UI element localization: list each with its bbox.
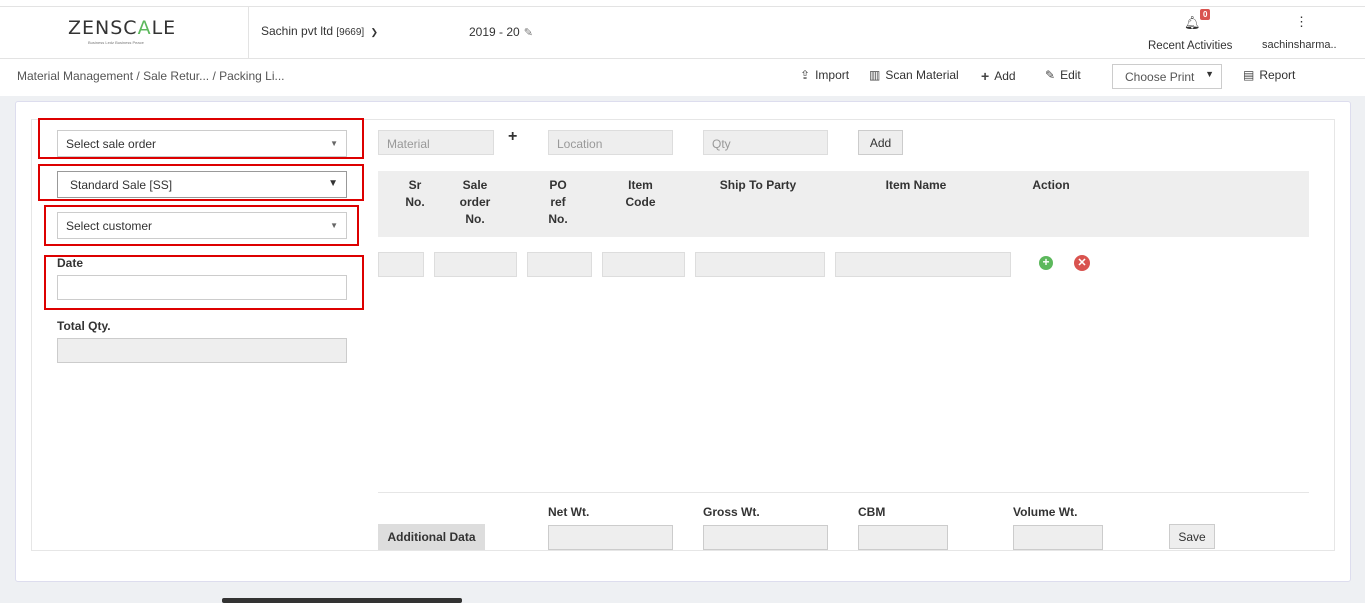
total-qty-input [57, 338, 347, 363]
horizontal-scrollbar[interactable] [222, 598, 462, 603]
item-name-cell[interactable] [835, 252, 1011, 277]
table-header: Sr No. Sale order No. PO ref No. Item Co… [378, 171, 1309, 237]
recent-activities[interactable]: 🔔︎ 0 Recent Activities [1148, 9, 1238, 52]
highlight-box [38, 164, 364, 201]
fiscal-year[interactable]: 2019 - 20 ✎ [469, 25, 533, 39]
import-label: Import [815, 68, 850, 82]
report-button[interactable]: ▤ Report [1243, 68, 1295, 82]
location-input[interactable]: Location [548, 130, 673, 155]
breadcrumb-item-packing-list: / Packing Li... [212, 69, 285, 83]
recent-activities-label: Recent Activities [1148, 40, 1233, 52]
location-placeholder: Location [557, 137, 603, 151]
breadcrumb: Material Management / Sale Retur... / Pa… [17, 69, 285, 83]
upload-icon: ⇪ [800, 68, 811, 82]
gross-wt-input[interactable] [703, 525, 828, 550]
breadcrumb-toolbar: Material Management / Sale Retur... / Pa… [0, 60, 1365, 96]
cbm-label: CBM [858, 505, 886, 519]
fiscal-year-value: 2019 - 20 [469, 25, 520, 39]
zenscale-logo[interactable]: ZENSCALE Business Ledz Business Peace [68, 17, 188, 45]
choose-print-select[interactable]: Choose Print ▼ [1112, 64, 1222, 89]
volume-wt-label: Volume Wt. [1013, 505, 1078, 519]
scan-material-label: Scan Material [885, 68, 959, 82]
edit-icon[interactable]: ✎ [524, 27, 533, 39]
company-selector[interactable]: Sachin pvt ltd [9669] ❯ [261, 24, 378, 38]
qty-placeholder: Qty [712, 137, 731, 151]
column-header-po-ref-no: PO ref No. [548, 178, 568, 226]
highlight-box [38, 118, 364, 159]
notification-badge: 0 [1200, 9, 1211, 20]
top-navbar: ZENSCALE Business Ledz Business Peace Sa… [0, 6, 1365, 59]
logo-text: ZENSCALE [68, 17, 177, 39]
item-code-cell[interactable] [602, 252, 685, 277]
save-button[interactable]: Save [1169, 524, 1215, 549]
divider [248, 7, 249, 59]
scan-material-button[interactable]: ▥ Scan Material [869, 68, 959, 82]
kebab-menu-icon[interactable]: ⋮ [1262, 15, 1342, 29]
column-header-sr-no: Sr No. [405, 178, 425, 209]
add-row-icon[interactable]: + [1039, 256, 1053, 270]
plus-icon: + [981, 68, 990, 84]
net-wt-input[interactable] [548, 525, 673, 550]
cbm-input[interactable] [858, 525, 948, 550]
column-header-action: Action [1032, 178, 1070, 192]
edit-label: Edit [1060, 68, 1081, 82]
caret-down-icon: ▼ [1205, 69, 1214, 79]
material-placeholder: Material [387, 137, 430, 151]
ship-to-party-cell[interactable] [695, 252, 825, 277]
chevron-down-icon: ❯ [370, 27, 379, 37]
barcode-icon: ▥ [869, 68, 881, 82]
edit-button[interactable]: ✎ Edit [1045, 68, 1081, 82]
user-name: sachinsharma.. [1262, 39, 1337, 51]
material-input[interactable]: Material [378, 130, 494, 155]
highlight-box [44, 205, 359, 246]
qty-input[interactable]: Qty [703, 130, 828, 155]
breadcrumb-item-sale-return[interactable]: / Sale Retur... [136, 69, 209, 83]
column-header-item-name: Item Name [885, 178, 947, 192]
highlight-box [44, 255, 364, 310]
entry-add-button[interactable]: Add [858, 130, 903, 155]
add-button[interactable]: + Add [981, 68, 1016, 84]
sale-order-no-cell[interactable] [434, 252, 517, 277]
additional-data-button[interactable]: Additional Data [378, 524, 485, 550]
user-menu[interactable]: ⋮ sachinsharma.. [1262, 15, 1342, 52]
edit-icon: ✎ [1045, 68, 1056, 82]
divider [378, 492, 1309, 493]
add-label: Add [994, 69, 1016, 83]
remove-row-icon[interactable]: ✕ [1074, 255, 1090, 271]
net-wt-label: Net Wt. [548, 505, 590, 519]
report-label: Report [1259, 68, 1296, 82]
document-icon: ▤ [1243, 68, 1255, 82]
plus-icon[interactable]: + [508, 128, 517, 146]
column-header-sale-order-no: Sale order No. [459, 178, 491, 226]
column-header-item-code: Item Code [625, 178, 656, 209]
total-qty-label: Total Qty. [57, 319, 111, 333]
gross-wt-label: Gross Wt. [703, 505, 760, 519]
import-button[interactable]: ⇪ Import [800, 68, 849, 82]
po-ref-no-cell[interactable] [527, 252, 592, 277]
company-name: Sachin pvt ltd [261, 24, 334, 38]
volume-wt-input[interactable] [1013, 525, 1103, 550]
sr-no-cell[interactable] [378, 252, 424, 277]
column-header-ship-to-party: Ship To Party [719, 178, 797, 192]
choose-print-value: Choose Print [1125, 70, 1195, 84]
logo-tagline: Business Ledz Business Peace [88, 40, 144, 45]
breadcrumb-item-material-management[interactable]: Material Management [17, 69, 133, 83]
company-code: [9669] [336, 27, 365, 38]
bell-icon: 🔔︎ [1184, 15, 1201, 30]
